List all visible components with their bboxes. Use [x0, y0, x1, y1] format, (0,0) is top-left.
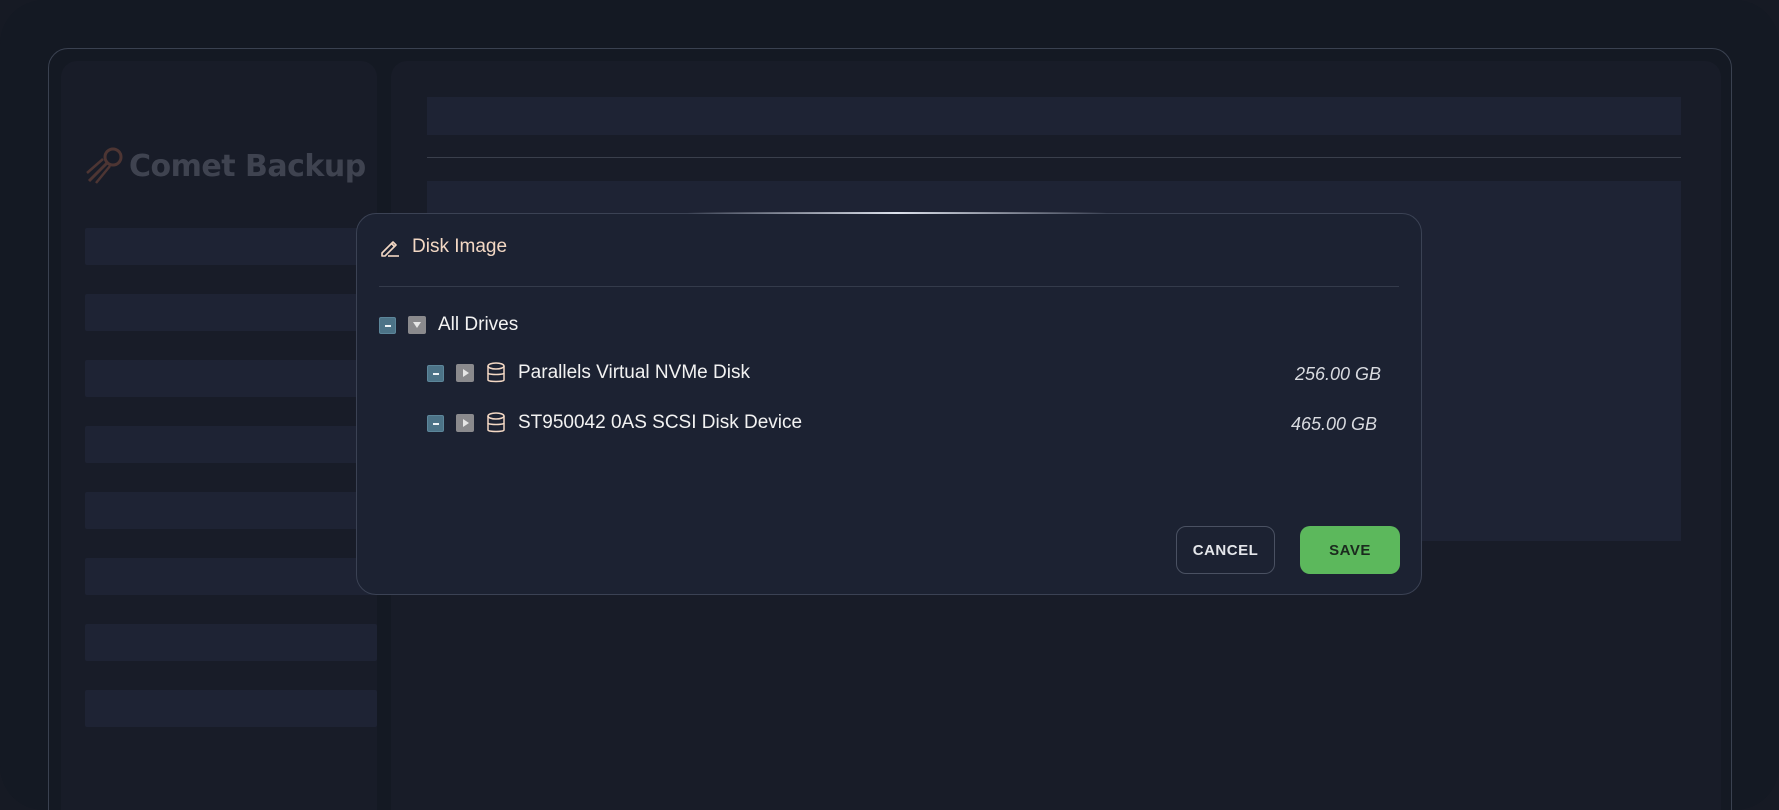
- cancel-button[interactable]: CANCEL: [1176, 526, 1275, 574]
- database-icon: [486, 412, 506, 434]
- save-button[interactable]: SAVE: [1300, 526, 1400, 574]
- sidebar: Comet Backup: [61, 61, 377, 810]
- tree-root-label: All Drives: [438, 314, 519, 335]
- logo-text: Comet Backup: [129, 148, 366, 184]
- tree-root-row: All Drives: [379, 314, 518, 336]
- dialog-top-highlight: [687, 212, 1107, 214]
- drive-label: ST950042 0AS SCSI Disk Device: [518, 412, 803, 433]
- dialog-header: Disk Image: [379, 236, 507, 258]
- drive-row: ST950042 0AS SCSI Disk Device: [427, 412, 802, 434]
- pencil-icon: [381, 241, 399, 257]
- dialog-title: Disk Image: [412, 236, 508, 257]
- app-logo: Comet Backup: [83, 145, 366, 187]
- sidebar-item[interactable]: [85, 558, 377, 595]
- sidebar-item[interactable]: [85, 228, 377, 265]
- main-divider: [427, 157, 1681, 158]
- drive-checkbox[interactable]: [427, 414, 444, 432]
- sidebar-item[interactable]: [85, 690, 377, 727]
- collapse-toggle-icon[interactable]: [408, 316, 426, 334]
- drive-label: Parallels Virtual NVMe Disk: [518, 362, 750, 383]
- drive-checkbox[interactable]: [427, 364, 444, 382]
- database-icon: [486, 362, 506, 384]
- dialog-divider: [379, 286, 1399, 287]
- sidebar-item[interactable]: [85, 492, 377, 529]
- expand-toggle-icon[interactable]: [456, 364, 474, 382]
- sidebar-item[interactable]: [85, 426, 377, 463]
- disk-image-dialog: Disk Image All Drives Parallels Virtual …: [356, 212, 1422, 595]
- screen-frame: Comet Backup Disk Image All Drives Paral…: [0, 0, 1779, 810]
- drive-size: 256.00 GB: [1294, 364, 1381, 384]
- expand-toggle-icon[interactable]: [456, 414, 474, 432]
- sidebar-item[interactable]: [85, 360, 377, 397]
- sidebar-item[interactable]: [85, 624, 377, 661]
- drive-size: 465.00 GB: [1290, 414, 1377, 434]
- comet-icon: [86, 147, 123, 184]
- all-drives-checkbox[interactable]: [379, 316, 396, 334]
- main-header-placeholder: [427, 97, 1681, 135]
- drive-row: Parallels Virtual NVMe Disk: [427, 362, 750, 384]
- sidebar-item[interactable]: [85, 294, 377, 331]
- sidebar-nav: [85, 228, 377, 756]
